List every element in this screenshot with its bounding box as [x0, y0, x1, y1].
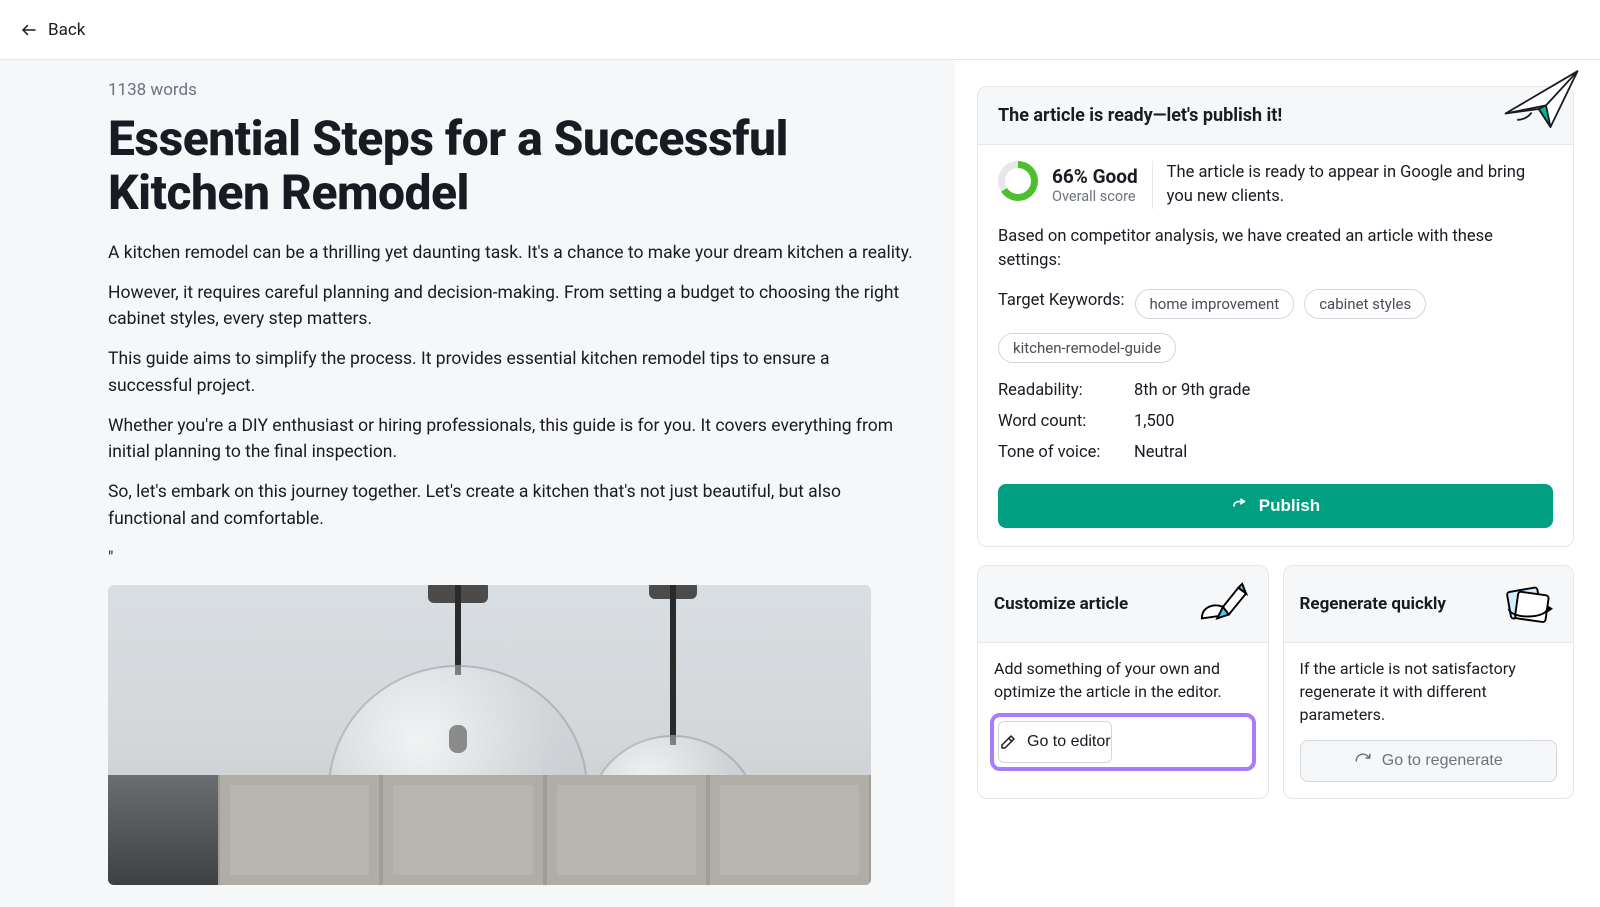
publish-button[interactable]: Publish [998, 484, 1553, 528]
regenerate-desc: If the article is not satisfactory regen… [1300, 657, 1558, 727]
article-body: A kitchen remodel can be a thrilling yet… [108, 240, 915, 572]
article-column: 1138 words Essential Steps for a Success… [0, 60, 955, 907]
arrow-left-icon [20, 21, 38, 39]
article-paragraph: However, it requires careful planning an… [108, 280, 915, 333]
refresh-icon [1354, 752, 1372, 770]
article-title: Essential Steps for a Successful Kitchen… [108, 112, 915, 220]
publish-arrow-icon [1231, 497, 1249, 515]
regenerate-swap-icon [1499, 580, 1557, 628]
keyword-chip[interactable]: kitchen-remodel-guide [998, 333, 1176, 363]
article-paragraph: Whether you're a DIY enthusiast or hirin… [108, 413, 915, 466]
publish-card-header: The article is ready—let's publish it! [978, 87, 1573, 145]
customize-desc: Add something of your own and optimize t… [994, 657, 1252, 703]
publish-card: The article is ready—let's publish it! 6… [977, 86, 1574, 547]
stray-quote: " [108, 546, 915, 572]
keyword-chip[interactable]: home improvement [1135, 289, 1295, 319]
customize-card: Customize article Add something of your … [977, 565, 1269, 800]
back-label: Back [48, 20, 85, 40]
customize-title: Customize article [994, 593, 1128, 615]
readability-label: Readability: [998, 381, 1134, 400]
tone-label: Tone of voice: [998, 443, 1134, 462]
readability-value: 8th or 9th grade [1134, 381, 1250, 400]
article-paragraph: A kitchen remodel can be a thrilling yet… [108, 240, 915, 266]
keyword-chip[interactable]: cabinet styles [1304, 289, 1426, 319]
article-paragraph: So, let's embark on this journey togethe… [108, 479, 915, 532]
score-description: The article is ready to appear in Google… [1167, 161, 1553, 209]
article-hero-image [108, 585, 871, 885]
paper-plane-icon [1500, 64, 1592, 136]
score-sublabel: Overall score [1052, 188, 1138, 205]
settings-grid: Readability: 8th or 9th grade Word count… [998, 375, 1553, 468]
regenerate-card: Regenerate quickly If the article is not… [1283, 565, 1575, 800]
score-value: 66% Good [1052, 165, 1138, 188]
regenerate-title: Regenerate quickly [1300, 593, 1446, 615]
go-to-editor-button[interactable]: Go to editor [998, 721, 1112, 763]
keywords-label: Target Keywords: [998, 287, 1125, 310]
go-to-editor-label: Go to editor [1027, 733, 1111, 751]
wordcount-label: Word count: [998, 412, 1134, 431]
word-count: 1138 words [108, 80, 915, 100]
wordcount-value: 1,500 [1134, 412, 1174, 431]
tone-value: Neutral [1134, 443, 1187, 462]
go-to-regenerate-label: Go to regenerate [1382, 752, 1503, 770]
back-button[interactable]: Back [20, 20, 85, 40]
score-row: 66% Good Overall score The article is re… [998, 161, 1553, 209]
main: 1138 words Essential Steps for a Success… [0, 60, 1600, 907]
article-paragraph: This guide aims to simplify the process.… [108, 346, 915, 399]
go-to-editor-highlight: Go to editor [990, 713, 1256, 771]
edit-icon [999, 733, 1017, 751]
topbar: Back [0, 0, 1600, 60]
sidebar: The article is ready—let's publish it! 6… [955, 60, 1600, 907]
settings-intro: Based on competitor analysis, we have cr… [998, 225, 1553, 273]
pencil-hand-icon [1194, 580, 1252, 628]
score-ring-icon [998, 161, 1038, 201]
publish-label: Publish [1259, 496, 1320, 516]
go-to-regenerate-button[interactable]: Go to regenerate [1300, 740, 1558, 782]
keywords-row: Target Keywords: home improvement cabine… [998, 287, 1553, 365]
